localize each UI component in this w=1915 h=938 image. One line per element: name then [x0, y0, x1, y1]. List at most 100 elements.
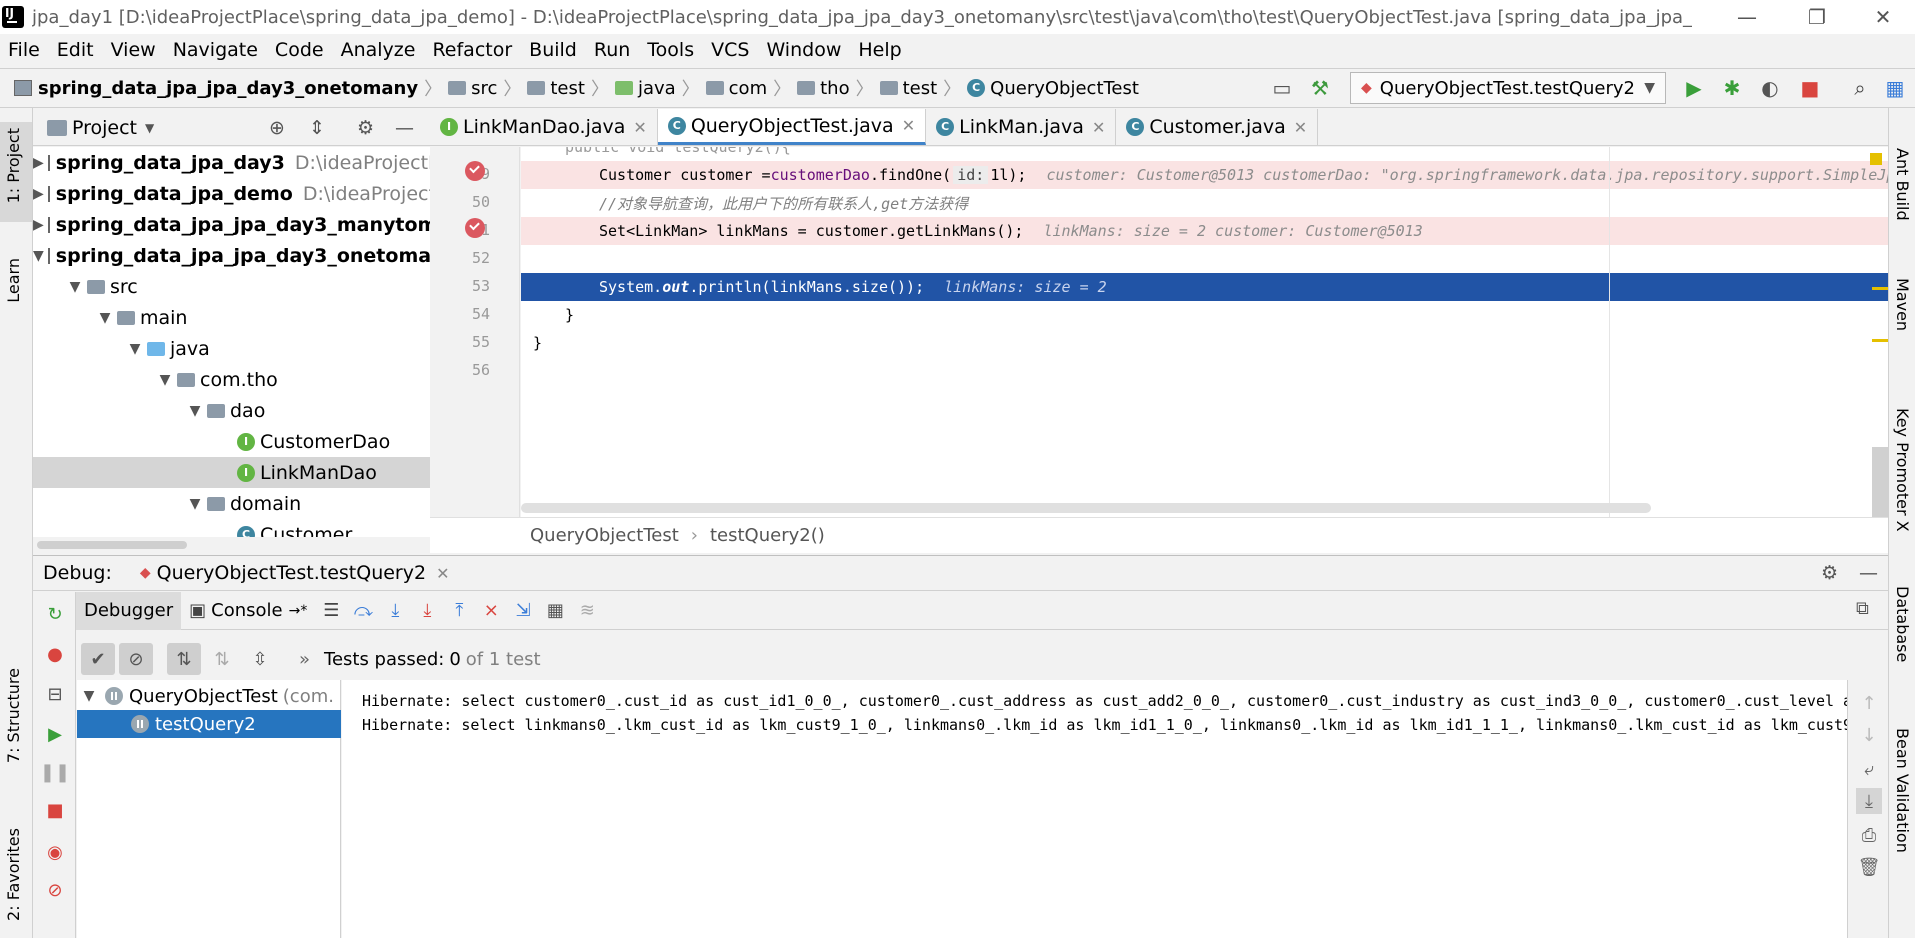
more-icon[interactable]: »	[299, 649, 310, 670]
step-over-icon[interactable]: ⤼	[347, 596, 379, 626]
tree-item-interface-selected[interactable]: I LinkManDao	[33, 457, 430, 488]
editor-gutter[interactable]: 49 50 51 52 53 54 55 56	[430, 147, 520, 517]
hide-panel-icon[interactable]: —	[1859, 562, 1878, 584]
tree-item-module[interactable]: ▶spring_data_jpa_demoD:\ideaProjectPl	[33, 178, 430, 209]
tab-customer[interactable]: C Customer.java ✕	[1116, 109, 1319, 145]
pause-icon[interactable]: ❚❚	[40, 760, 70, 784]
run-icon[interactable]: ▶	[1680, 74, 1708, 102]
minimize-button[interactable]: —	[1712, 0, 1782, 34]
build-hammer-icon[interactable]: ⚒	[1306, 74, 1334, 102]
nav-crumb-file[interactable]: C QueryObjectTest	[967, 78, 1139, 99]
restore-layout-icon[interactable]: ⧉	[1856, 598, 1869, 619]
nav-crumb-test[interactable]: test 〉	[527, 75, 615, 101]
layout-icon[interactable]: ▭	[1268, 74, 1296, 102]
resume-icon[interactable]: ▶	[43, 722, 67, 746]
gear-icon[interactable]: ⚙	[357, 117, 374, 139]
view-breakpoints-icon[interactable]: ◉	[43, 840, 67, 864]
tab-key-promoter[interactable]: Key Promoter X	[1893, 408, 1912, 532]
tree-item-package[interactable]: ▼ com.tho	[33, 364, 430, 395]
nav-crumb-com[interactable]: com 〉	[705, 75, 797, 101]
tab-database[interactable]: Database	[1893, 586, 1912, 662]
tab-console[interactable]: ▣ Console →*	[181, 592, 315, 630]
locate-icon[interactable]: ⊕	[269, 117, 285, 139]
menu-edit[interactable]: Edit	[57, 39, 94, 61]
tree-item-folder[interactable]: ▼ java	[33, 333, 430, 364]
tree-item-module[interactable]: ▶ spring_data_jpa_day3 D:\ideaProjectPl	[33, 147, 430, 178]
nav-crumb-test-pkg[interactable]: test 〉	[879, 75, 968, 101]
rerun-failed-icon[interactable]: ●	[43, 642, 67, 666]
close-icon[interactable]: ✕	[436, 564, 449, 583]
menu-vcs[interactable]: VCS	[711, 39, 749, 61]
drop-frame-icon[interactable]: ⨯	[475, 596, 507, 626]
close-button[interactable]: ✕	[1848, 0, 1915, 34]
up-arrow-icon[interactable]: ↑	[1856, 690, 1882, 716]
tree-item-class[interactable]: C Customer	[33, 519, 430, 537]
force-step-into-icon[interactable]: ⤓	[411, 596, 443, 626]
breakpoint-icon[interactable]	[465, 218, 485, 238]
debug-icon[interactable]: ✱	[1718, 74, 1746, 102]
menu-view[interactable]: View	[111, 39, 156, 61]
tab-bean-validation[interactable]: Bean Validation	[1893, 728, 1912, 853]
project-scrollbar[interactable]	[33, 537, 430, 555]
menu-analyze[interactable]: Analyze	[341, 39, 416, 61]
editor-vertical-scrollbar[interactable]	[1872, 447, 1888, 517]
stop-icon[interactable]: ■	[43, 798, 67, 822]
close-icon[interactable]: ✕	[1294, 118, 1307, 137]
tree-item-interface[interactable]: I CustomerDao	[33, 426, 430, 457]
mute-breakpoints-icon[interactable]: ⊘	[43, 878, 67, 902]
menu-code[interactable]: Code	[275, 39, 324, 61]
menu-build[interactable]: Build	[529, 39, 577, 61]
breadcrumb-class[interactable]: QueryObjectTest	[530, 525, 679, 546]
step-out-icon[interactable]: ⤒	[443, 596, 475, 626]
nav-crumb-tho[interactable]: tho 〉	[797, 75, 879, 101]
trash-icon[interactable]: 🗑	[1856, 854, 1882, 880]
expand-all-icon[interactable]: ⇳	[243, 643, 277, 675]
gear-icon[interactable]: ⚙	[1821, 562, 1838, 584]
stop-icon[interactable]: ■	[1796, 74, 1824, 102]
debug-session-tab[interactable]: QueryObjectTest.testQuery2	[157, 562, 426, 584]
show-passed-icon[interactable]: ✔	[81, 643, 115, 675]
down-arrow-icon[interactable]: ↓	[1856, 722, 1882, 748]
search-icon[interactable]: ⌕	[1846, 74, 1874, 102]
tab-linkmandao[interactable]: I LinkManDao.java ✕	[430, 109, 658, 145]
menu-tools[interactable]: Tools	[647, 39, 694, 61]
tree-item-package[interactable]: ▼ domain	[33, 488, 430, 519]
close-icon[interactable]: ✕	[902, 116, 915, 135]
test-tree-item-method-selected[interactable]: testQuery2	[77, 710, 341, 738]
step-into-icon[interactable]: ⤓	[379, 596, 411, 626]
tab-queryobjecttest[interactable]: C QueryObjectTest.java ✕	[657, 109, 927, 145]
tab-learn[interactable]: Learn	[4, 258, 23, 303]
breadcrumb-method[interactable]: testQuery2()	[710, 525, 825, 546]
nav-crumb-src[interactable]: src 〉	[448, 75, 527, 101]
show-ignored-icon[interactable]: ⊘	[119, 643, 153, 675]
test-tree-item-class[interactable]: ▼ QueryObjectTest (com.	[77, 682, 341, 710]
tab-maven[interactable]: Maven	[1893, 278, 1912, 331]
warning-marker-icon[interactable]	[1870, 153, 1882, 165]
rerun-icon[interactable]: ↻	[43, 602, 67, 626]
tree-item-package[interactable]: ▼ dao	[33, 395, 430, 426]
close-icon[interactable]: ✕	[1092, 118, 1105, 137]
evaluate-expression-icon[interactable]: ▦	[539, 596, 571, 626]
close-icon[interactable]: ✕	[633, 118, 646, 137]
console-output[interactable]: Hibernate: select customer0_.cust_id as …	[342, 680, 1847, 938]
tab-project[interactable]: 1: Project	[4, 128, 23, 203]
nav-crumb-project[interactable]: spring_data_jpa_jpa_day3_onetomany 〉	[14, 75, 448, 101]
menu-navigate[interactable]: Navigate	[173, 39, 258, 61]
scroll-to-end-icon[interactable]: ⤓	[1856, 788, 1882, 814]
menu-run[interactable]: Run	[594, 39, 630, 61]
run-configuration-select[interactable]: ◆ QueryObjectTest.testQuery2 ▼	[1350, 72, 1666, 104]
run-to-cursor-icon[interactable]: ⇲	[507, 596, 539, 626]
nav-crumb-java[interactable]: java 〉	[614, 75, 706, 101]
tab-structure[interactable]: 7: Structure	[4, 668, 23, 763]
show-execution-point-icon[interactable]: ☰	[315, 596, 347, 626]
restore-layout-icon[interactable]: ⊟	[43, 682, 67, 706]
trace-stream-icon[interactable]: ≋	[571, 596, 603, 626]
tree-item-module[interactable]: ▼ spring_data_jpa_jpa_day3_onetomany	[33, 240, 430, 271]
code-editor[interactable]: public void testQuery2(){ Customer custo…	[521, 147, 1888, 517]
tab-ant-build[interactable]: Ant Build	[1893, 148, 1912, 221]
tree-item-folder[interactable]: ▼ src	[33, 271, 430, 302]
menu-file[interactable]: File	[8, 39, 40, 61]
tree-item-module[interactable]: ▶ spring_data_jpa_jpa_day3_manytomar	[33, 209, 430, 240]
collapse-all-icon[interactable]: ⇕	[309, 117, 325, 139]
chevron-down-icon[interactable]: ▼	[145, 121, 154, 135]
